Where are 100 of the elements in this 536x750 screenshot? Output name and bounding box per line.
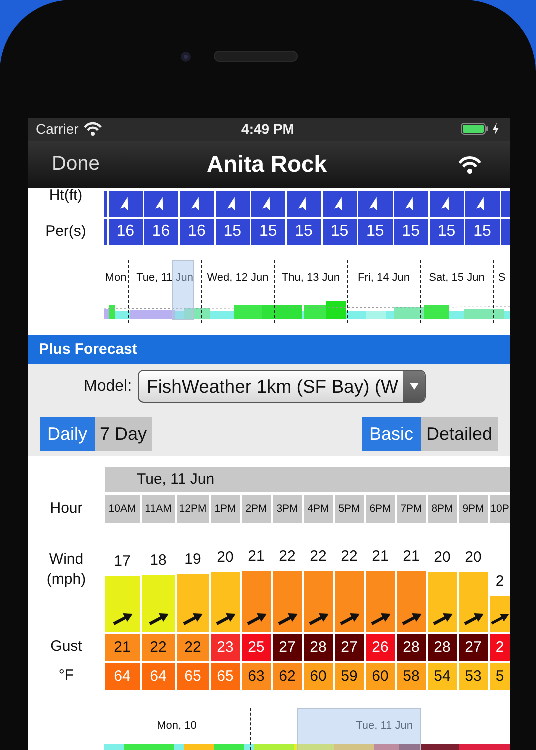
wind-direction-icon xyxy=(308,612,330,626)
selected-range-highlight xyxy=(172,260,194,320)
gust-cell: 25 xyxy=(242,634,271,662)
period-cell: 15 xyxy=(286,218,322,245)
temperature-cell: 5 xyxy=(490,663,510,690)
wind-speed: 19 xyxy=(184,550,202,568)
period-cell: 15 xyxy=(251,218,286,245)
temperature-cell: 62 xyxy=(273,663,302,690)
wind-direction-icon xyxy=(490,612,510,626)
wind-direction-icon xyxy=(462,612,484,626)
gust-cell: 27 xyxy=(459,634,488,662)
wind-direction-icon xyxy=(214,612,236,626)
done-button[interactable]: Done xyxy=(52,153,207,176)
row-label: °F xyxy=(58,666,76,686)
temperature-cell: 64 xyxy=(105,663,140,690)
hour-cell: 10AM xyxy=(105,495,140,524)
screen-title: Anita Rock xyxy=(206,151,328,178)
row-label: Wind (mph) xyxy=(46,550,88,590)
hour-cell: 3PM xyxy=(273,495,302,524)
hour-cell: 10P xyxy=(490,495,510,524)
battery-icon xyxy=(461,123,490,136)
wind-speed: 22 xyxy=(340,548,359,566)
temperature-cell: 60 xyxy=(366,663,395,690)
hour-cell: 5PM xyxy=(335,495,364,524)
gust-cell: 28 xyxy=(428,634,457,662)
camera-lens xyxy=(180,51,192,63)
gust-cell: 27 xyxy=(273,634,302,662)
wind-direction-icon xyxy=(276,612,298,626)
wind-direction-icon xyxy=(370,612,392,626)
caret-icon xyxy=(410,383,419,390)
hour-cell: 9PM xyxy=(459,495,488,524)
wind-speed: 18 xyxy=(149,552,168,569)
wind-speed: 22 xyxy=(309,548,328,566)
wind-speed: 21 xyxy=(247,548,266,566)
row-label: Gust xyxy=(50,637,84,658)
temperature-cell: 60 xyxy=(304,663,333,690)
temperature-cell: 65 xyxy=(211,663,240,690)
period-cell: 15 xyxy=(465,218,500,245)
wifi-icon[interactable] xyxy=(458,156,482,174)
row-label: Ht(ft) xyxy=(48,189,84,206)
temperature-cell: 53 xyxy=(459,663,488,690)
day-label: Thu, 13 Jun xyxy=(282,272,340,284)
temperature-cell: 64 xyxy=(142,663,175,690)
gust-cell: 21 xyxy=(105,634,140,662)
wind-direction-icon xyxy=(112,612,134,626)
temperature-cell: 63 xyxy=(242,663,271,690)
hour-cell: 2PM xyxy=(242,495,271,524)
period-cell: 15 xyxy=(394,218,428,245)
section-header: Plus Forecast xyxy=(28,335,510,364)
temperature-cell: 54 xyxy=(428,663,457,690)
hour-cell: 8PM xyxy=(428,495,457,524)
period-cell: 15 xyxy=(358,218,392,245)
wind-speed: 2 xyxy=(494,572,506,590)
gust-cell: 23 xyxy=(211,634,240,662)
day-label: Tue, 11 Jun xyxy=(356,720,413,732)
period-cell: 16 xyxy=(180,218,214,245)
toggle-tab[interactable]: Detailed xyxy=(421,417,498,452)
toggle-tab[interactable]: Daily xyxy=(40,417,95,452)
wind-direction-icon xyxy=(400,612,422,626)
wifi-icon xyxy=(84,122,102,136)
period-cell: 15 xyxy=(216,218,250,245)
period-cell: 15 xyxy=(430,218,464,245)
charging-bolt-icon xyxy=(492,123,500,136)
day-label: Fri, 14 Jun xyxy=(358,272,410,284)
hour-cell: 7PM xyxy=(397,495,426,524)
toggle-tab[interactable]: Basic xyxy=(362,417,421,452)
wind-speed: 20 xyxy=(216,549,235,566)
wind-speed: 20 xyxy=(464,549,483,566)
row-label: Per(s) xyxy=(44,222,88,242)
temperature-cell: 59 xyxy=(335,663,364,690)
gust-cell: 2 xyxy=(490,634,510,662)
day-label: S xyxy=(498,272,506,284)
gust-cell: 22 xyxy=(142,634,175,662)
wind-speed: 20 xyxy=(433,549,452,566)
wind-direction-icon xyxy=(148,612,170,626)
row-label: Hour xyxy=(49,499,84,520)
temperature-cell: 58 xyxy=(397,663,426,690)
gust-cell: 26 xyxy=(366,634,395,662)
wind-speed: 21 xyxy=(402,548,421,566)
day-label: Mon, 10 xyxy=(157,720,197,732)
wind-direction-icon xyxy=(338,612,360,626)
wind-direction-icon xyxy=(432,612,454,626)
day-label: Mon xyxy=(105,272,127,284)
period-cell: 15 xyxy=(322,218,357,245)
day-label: Tue, 11 Jun xyxy=(136,272,194,284)
gust-cell: 28 xyxy=(397,634,426,662)
carrier-name: Carrier xyxy=(36,121,79,138)
day-label: Sat, 15 Jun xyxy=(429,272,485,284)
model-dropdown[interactable]: FishWeather 1km (SF Bay) (W xyxy=(138,370,426,404)
hour-cell: 11AM xyxy=(142,495,175,524)
wind-speed: 22 xyxy=(278,548,297,566)
wind-speed: 17 xyxy=(113,553,132,570)
date-header: Tue, 11 Jun xyxy=(105,467,510,492)
toggle-tab[interactable]: 7 Day xyxy=(95,417,152,452)
gust-cell: 28 xyxy=(304,634,333,662)
status-time: 4:49 PM xyxy=(240,121,296,138)
gust-cell: 22 xyxy=(177,634,209,662)
wind-direction-icon xyxy=(246,612,268,626)
hour-cell: 4PM xyxy=(304,495,333,524)
model-label: Model: xyxy=(84,378,132,396)
